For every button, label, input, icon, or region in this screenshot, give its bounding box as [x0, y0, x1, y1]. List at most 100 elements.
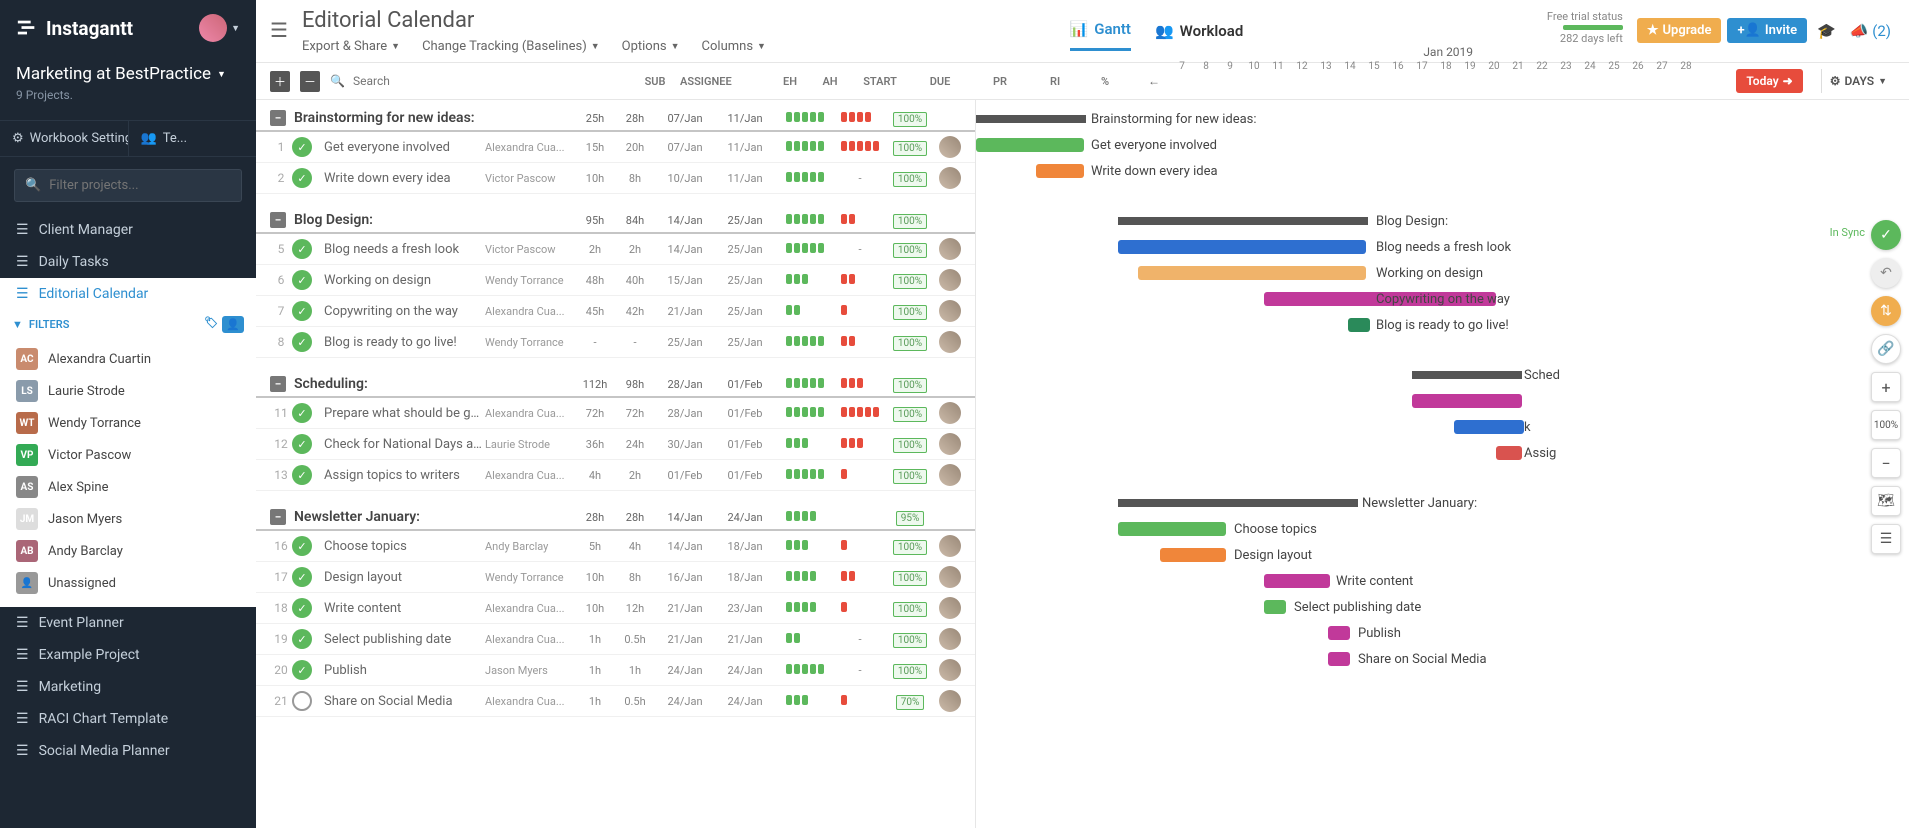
zoom-out-icon[interactable]: − — [1871, 448, 1901, 478]
task-row[interactable]: 11✓Prepare what should be going live fir… — [256, 398, 975, 429]
gantt-summary-bar[interactable] — [1118, 499, 1358, 507]
group-header[interactable]: −Scheduling:112h98h28/Jan01/Feb100% — [256, 372, 975, 398]
sync-ok-icon[interactable]: ✓ — [1871, 220, 1901, 250]
workbook-settings-button[interactable]: ⚙Workbook Settings — [0, 121, 128, 156]
task-row[interactable]: 16✓Choose topicsAndy Barclay5h4h14/Jan18… — [256, 531, 975, 562]
assignee-avatar[interactable] — [939, 238, 961, 260]
gantt-summary-bar[interactable] — [976, 115, 1086, 123]
zoom-in-icon[interactable]: + — [1871, 372, 1901, 402]
assignee-avatar[interactable] — [939, 300, 961, 322]
gantt-bar[interactable] — [1328, 626, 1350, 640]
check-icon[interactable]: ✓ — [292, 629, 312, 649]
assignee-avatar[interactable] — [939, 628, 961, 650]
assignee-avatar[interactable] — [939, 402, 961, 424]
check-icon[interactable]: ✓ — [292, 465, 312, 485]
person-filter-icon[interactable]: 👤 — [222, 316, 244, 333]
menu-icon[interactable]: ☰ — [270, 18, 288, 42]
check-icon[interactable]: ✓ — [292, 536, 312, 556]
invite-button[interactable]: +👤 Invite — [1727, 18, 1807, 43]
zoom-days-button[interactable]: ⚙ DAYS ▼ — [1821, 69, 1895, 93]
gantt-bar[interactable] — [1348, 318, 1370, 332]
sidebar-item-client-manager[interactable]: ☰Client Manager — [0, 214, 256, 246]
gantt-bar[interactable] — [1412, 394, 1522, 408]
assignee-filter[interactable]: ACAlexandra Cuartin — [0, 343, 256, 375]
assignee-avatar[interactable] — [939, 597, 961, 619]
gantt-bar[interactable] — [1118, 522, 1226, 536]
check-icon[interactable]: ✓ — [292, 168, 312, 188]
menu-columns[interactable]: Columns ▼ — [702, 39, 766, 54]
gantt-bar[interactable] — [1328, 652, 1350, 666]
task-row[interactable]: 1✓Get everyone involvedAlexandra Cua...1… — [256, 132, 975, 163]
link-icon[interactable]: 🔗 — [1871, 334, 1901, 364]
search-input[interactable] — [353, 74, 620, 88]
check-icon[interactable]: ✓ — [292, 270, 312, 290]
task-row[interactable]: 21Share on Social MediaAlexandra Cua...1… — [256, 686, 975, 717]
assignee-avatar[interactable] — [939, 433, 961, 455]
undo-icon[interactable]: ↶ — [1871, 258, 1901, 288]
sidebar-item-daily-tasks[interactable]: ☰Daily Tasks — [0, 246, 256, 278]
gantt-bar[interactable] — [1118, 240, 1366, 254]
map-icon[interactable]: 🗺 — [1871, 486, 1901, 516]
assignee-avatar[interactable] — [939, 136, 961, 158]
gantt-bar[interactable] — [1160, 548, 1226, 562]
group-header[interactable]: −Brainstorming for new ideas:25h28h07/Ja… — [256, 106, 975, 132]
details-icon[interactable]: ☰ — [1871, 524, 1901, 554]
assignee-filter[interactable]: VPVictor Pascow — [0, 439, 256, 471]
menu-options[interactable]: Options ▼ — [622, 39, 680, 54]
assignee-filter[interactable]: ABAndy Barclay — [0, 535, 256, 567]
check-icon[interactable]: ✓ — [292, 403, 312, 423]
remove-button[interactable]: － — [300, 71, 320, 92]
task-row[interactable]: 5✓Blog needs a fresh lookVictor Pascow2h… — [256, 234, 975, 265]
task-row[interactable]: 17✓Design layoutWendy Torrance10h8h16/Ja… — [256, 562, 975, 593]
menu-change-tracking-baselines-[interactable]: Change Tracking (Baselines) ▼ — [422, 39, 600, 54]
assignee-filter[interactable]: LSLaurie Strode — [0, 375, 256, 407]
assignee-filter[interactable]: 👤Unassigned — [0, 567, 256, 599]
collapse-left-icon[interactable]: ← — [1148, 74, 1160, 88]
gantt-summary-bar[interactable] — [1412, 371, 1522, 379]
assignee-avatar[interactable] — [939, 566, 961, 588]
gantt-bar[interactable] — [1264, 574, 1330, 588]
assignee-avatar[interactable] — [939, 167, 961, 189]
logo[interactable]: Instagantt — [16, 17, 133, 40]
check-icon[interactable] — [292, 691, 312, 711]
user-avatar[interactable] — [199, 14, 227, 42]
upgrade-button[interactable]: ★ Upgrade — [1637, 18, 1722, 43]
collapse-icon[interactable]: − — [270, 509, 286, 525]
assignee-filter[interactable]: WTWendy Torrance — [0, 407, 256, 439]
check-icon[interactable]: ✓ — [292, 434, 312, 454]
graduation-icon[interactable]: 🎓 — [1813, 22, 1840, 40]
sidebar-item-raci-chart-template[interactable]: ☰RACI Chart Template — [0, 703, 256, 735]
gantt-bar[interactable] — [1138, 266, 1366, 280]
add-button[interactable]: ＋ — [270, 71, 290, 92]
assignee-avatar[interactable] — [939, 535, 961, 557]
announce-icon[interactable]: 📣 (2) — [1846, 22, 1895, 40]
task-row[interactable]: 20✓PublishJason Myers1h1h24/Jan24/Jan-10… — [256, 655, 975, 686]
assignee-filter[interactable]: ASAlex Spine — [0, 471, 256, 503]
sidebar-item-event-planner[interactable]: ☰Event Planner — [0, 607, 256, 639]
check-icon[interactable]: ✓ — [292, 567, 312, 587]
collapse-icon[interactable]: − — [270, 376, 286, 392]
check-icon[interactable]: ✓ — [292, 598, 312, 618]
task-row[interactable]: 2✓Write down every ideaVictor Pascow10h8… — [256, 163, 975, 194]
workspace-switcher[interactable]: Marketing at BestPractice▼ 9 Projects. — [0, 56, 256, 106]
gantt-bar[interactable] — [1496, 446, 1522, 460]
sidebar-item-editorial-calendar[interactable]: ☰Editorial Calendar — [0, 278, 256, 310]
team-button[interactable]: 👥Te... — [128, 121, 257, 156]
assignee-avatar[interactable] — [939, 331, 961, 353]
gantt-bar[interactable] — [976, 138, 1084, 152]
collapse-icon[interactable]: − — [270, 110, 286, 126]
gantt-summary-bar[interactable] — [1118, 217, 1368, 225]
group-header[interactable]: −Newsletter January:28h28h14/Jan24/Jan95… — [256, 505, 975, 531]
task-row[interactable]: 12✓Check for National Days and any impo.… — [256, 429, 975, 460]
task-row[interactable]: 13✓Assign topics to writersAlexandra Cua… — [256, 460, 975, 491]
check-icon[interactable]: ✓ — [292, 332, 312, 352]
assignee-avatar[interactable] — [939, 464, 961, 486]
task-row[interactable]: 6✓Working on designWendy Torrance48h40h1… — [256, 265, 975, 296]
task-row[interactable]: 18✓Write contentAlexandra Cua...10h12h21… — [256, 593, 975, 624]
collapse-icon[interactable]: − — [270, 212, 286, 228]
sidebar-item-marketing[interactable]: ☰Marketing — [0, 671, 256, 703]
user-menu-caret[interactable]: ▼ — [231, 23, 240, 34]
tab-gantt[interactable]: 📊Gantt — [1070, 20, 1131, 51]
assignee-avatar[interactable] — [939, 269, 961, 291]
task-row[interactable]: 19✓Select publishing dateAlexandra Cua..… — [256, 624, 975, 655]
